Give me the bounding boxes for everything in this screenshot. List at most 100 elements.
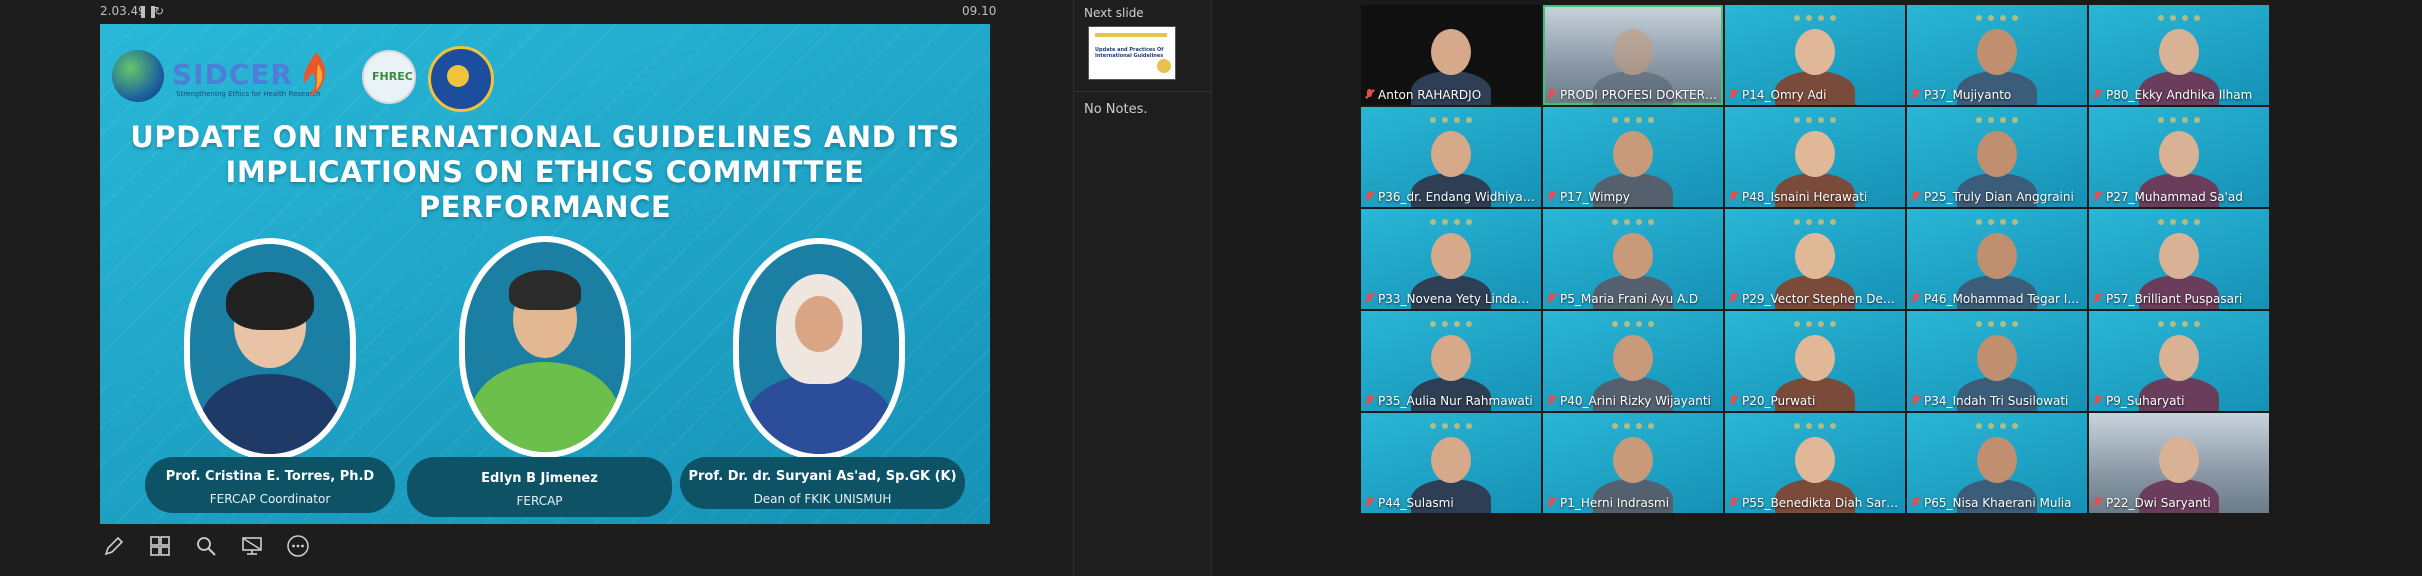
participant-name-text: P5_Maria Frani Ayu A.D bbox=[1560, 292, 1699, 306]
muted-mic-icon bbox=[1547, 497, 1556, 508]
muted-mic-icon bbox=[1911, 191, 1920, 202]
participant-name-text: P9_Suharyati bbox=[2106, 394, 2185, 408]
slide-title: UPDATE ON INTERNATIONAL GUIDELINES AND I… bbox=[100, 120, 990, 225]
muted-mic-icon bbox=[1365, 191, 1374, 202]
muted-mic-icon bbox=[1365, 395, 1374, 406]
participant-name-text: P36_dr. Endang Widhiyastuti bbox=[1378, 190, 1537, 204]
participant-name: PRODI PROFESI DOKTER FKIK U... bbox=[1547, 88, 1719, 102]
unismuh-logo bbox=[428, 46, 494, 112]
participant-tile[interactable]: P35_Aulia Nur Rahmawati bbox=[1361, 311, 1541, 411]
muted-mic-icon bbox=[1911, 395, 1920, 406]
participant-tile[interactable]: P80_Ekky Andhika Ilham bbox=[2089, 5, 2269, 105]
current-slide: SIDCER Strengthening Ethics for Health R… bbox=[100, 24, 990, 524]
clock-time: 09.10 bbox=[962, 4, 997, 18]
participant-name-text: P34_Indah Tri Susilowati bbox=[1924, 394, 2069, 408]
participant-name: P22_Dwi Saryanti bbox=[2093, 496, 2265, 510]
muted-mic-icon bbox=[2093, 293, 2102, 304]
participant-name-text: P35_Aulia Nur Rahmawati bbox=[1378, 394, 1533, 408]
participant-tile[interactable]: P37_Mujiyanto bbox=[1907, 5, 2087, 105]
participant-name: P1_Herni Indrasmi bbox=[1547, 496, 1719, 510]
speaker-card-torres: Prof. Cristina E. Torres, Ph.D FERCAP Co… bbox=[145, 457, 395, 513]
participant-name: P9_Suharyati bbox=[2093, 394, 2265, 408]
participant-tile[interactable]: P17_Wimpy bbox=[1543, 107, 1723, 207]
zoom-icon[interactable] bbox=[192, 532, 220, 560]
participant-tile[interactable]: P36_dr. Endang Widhiyastuti bbox=[1361, 107, 1541, 207]
notes-divider bbox=[1074, 91, 1212, 92]
participant-name-text: P65_Nisa Khaerani Mulia bbox=[1924, 496, 2072, 510]
participant-tile[interactable]: P40_Arini Rizky Wijayanti bbox=[1543, 311, 1723, 411]
participant-name: P34_Indah Tri Susilowati bbox=[1911, 394, 2083, 408]
participant-name: P57_Brilliant Puspasari bbox=[2093, 292, 2265, 306]
participant-name: P27_Muhammad Sa'ad bbox=[2093, 190, 2265, 204]
participant-name-text: P55_Benedikta Diah Saraswati bbox=[1742, 496, 1901, 510]
next-slide-label: Next slide bbox=[1084, 6, 1144, 20]
participant-tile[interactable]: P14_Omry Adi bbox=[1725, 5, 1905, 105]
speaker-card-asad: Prof. Dr. dr. Suryani As'ad, Sp.GK (K) D… bbox=[680, 457, 965, 509]
participant-name-text: P80_Ekky Andhika Ilham bbox=[2106, 88, 2253, 102]
participant-tile[interactable]: Anton RAHARDJO bbox=[1361, 5, 1541, 105]
speaker-card-jimenez: Edlyn B Jimenez FERCAP bbox=[407, 457, 672, 517]
slides-icon[interactable] bbox=[146, 532, 174, 560]
participant-grid: Anton RAHARDJO PRODI PROFESI DOKTER FKIK … bbox=[1361, 5, 2270, 515]
participant-tile[interactable]: P25_Truly Dian Anggraini bbox=[1907, 107, 2087, 207]
speaker-photo-torres bbox=[184, 238, 356, 460]
participant-name: P48_Isnaini Herawati bbox=[1729, 190, 1901, 204]
participant-name-text: Anton RAHARDJO bbox=[1378, 88, 1482, 102]
participant-tile[interactable]: P9_Suharyati bbox=[2089, 311, 2269, 411]
participant-tile[interactable]: P1_Herni Indrasmi bbox=[1543, 413, 1723, 513]
pen-icon[interactable] bbox=[100, 532, 128, 560]
participant-name-text: PRODI PROFESI DOKTER FKIK U... bbox=[1560, 88, 1719, 102]
speaker-photo-jimenez bbox=[459, 236, 631, 458]
title-line: UPDATE ON INTERNATIONAL GUIDELINES AND I… bbox=[130, 120, 960, 154]
participant-name: P44_Sulasmi bbox=[1365, 496, 1537, 510]
participant-tile[interactable]: P22_Dwi Saryanti bbox=[2089, 413, 2269, 513]
participant-tile[interactable]: P48_Isnaini Herawati bbox=[1725, 107, 1905, 207]
muted-mic-icon bbox=[2093, 497, 2102, 508]
muted-mic-icon bbox=[1365, 293, 1374, 304]
speaker-photo-asad bbox=[733, 238, 905, 460]
next-slide-thumbnail[interactable]: Update and Practices Of International Gu… bbox=[1088, 26, 1176, 80]
muted-mic-icon bbox=[1547, 293, 1556, 304]
participant-name-text: P25_Truly Dian Anggraini bbox=[1924, 190, 2074, 204]
muted-mic-icon bbox=[2093, 191, 2102, 202]
muted-mic-icon bbox=[1911, 89, 1920, 100]
participant-tile[interactable]: P44_Sulasmi bbox=[1361, 413, 1541, 513]
more-icon[interactable] bbox=[284, 532, 312, 560]
participant-tile[interactable]: P57_Brilliant Puspasari bbox=[2089, 209, 2269, 309]
reset-timer-icon[interactable]: ↻ bbox=[154, 4, 164, 18]
screen-icon[interactable] bbox=[238, 532, 266, 560]
muted-mic-icon bbox=[2093, 89, 2102, 100]
participant-name-text: P29_Vector Stephen Dewan... bbox=[1742, 292, 1901, 306]
sidcer-globe-logo bbox=[112, 50, 164, 102]
participant-tile[interactable]: P46_Mohammad Tegar Indr... bbox=[1907, 209, 2087, 309]
title-line: PERFORMANCE bbox=[418, 190, 672, 224]
sidcer-logo-text: SIDCER bbox=[172, 58, 294, 91]
speaker-name: Edlyn B Jimenez bbox=[481, 471, 598, 486]
participant-tile[interactable]: PRODI PROFESI DOKTER FKIK U... bbox=[1543, 5, 1723, 105]
participant-tile[interactable]: P20_Purwati bbox=[1725, 311, 1905, 411]
participant-name: P5_Maria Frani Ayu A.D bbox=[1547, 292, 1719, 306]
muted-mic-icon bbox=[1547, 395, 1556, 406]
muted-mic-icon bbox=[1729, 89, 1738, 100]
participant-tile[interactable]: P34_Indah Tri Susilowati bbox=[1907, 311, 2087, 411]
participant-name: P20_Purwati bbox=[1729, 394, 1901, 408]
muted-mic-icon bbox=[1729, 293, 1738, 304]
participant-tile[interactable]: P55_Benedikta Diah Saraswati bbox=[1725, 413, 1905, 513]
participant-tile[interactable]: P27_Muhammad Sa'ad bbox=[2089, 107, 2269, 207]
muted-mic-icon bbox=[1729, 497, 1738, 508]
participant-name-text: P14_Omry Adi bbox=[1742, 88, 1827, 102]
speaker-name: Prof. Cristina E. Torres, Ph.D bbox=[165, 469, 375, 484]
fhrec-logo: FHREC bbox=[362, 50, 416, 104]
speaker-role: Dean of FKIK UNISMUH bbox=[753, 492, 892, 506]
participant-tile[interactable]: P33_Novena Yety Lindawati bbox=[1361, 209, 1541, 309]
next-slide-title: Update and Practices Of International Gu… bbox=[1095, 47, 1164, 59]
participant-tile[interactable]: P29_Vector Stephen Dewan... bbox=[1725, 209, 1905, 309]
participant-name: P65_Nisa Khaerani Mulia bbox=[1911, 496, 2083, 510]
fercap-flame-logo bbox=[303, 52, 326, 96]
participant-name-text: P20_Purwati bbox=[1742, 394, 1816, 408]
speaker-role: FERCAP Coordinator bbox=[209, 492, 331, 506]
participant-tile[interactable]: P65_Nisa Khaerani Mulia bbox=[1907, 413, 2087, 513]
muted-mic-icon bbox=[2093, 395, 2102, 406]
participant-tile[interactable]: P5_Maria Frani Ayu A.D bbox=[1543, 209, 1723, 309]
muted-mic-icon bbox=[1547, 89, 1556, 100]
